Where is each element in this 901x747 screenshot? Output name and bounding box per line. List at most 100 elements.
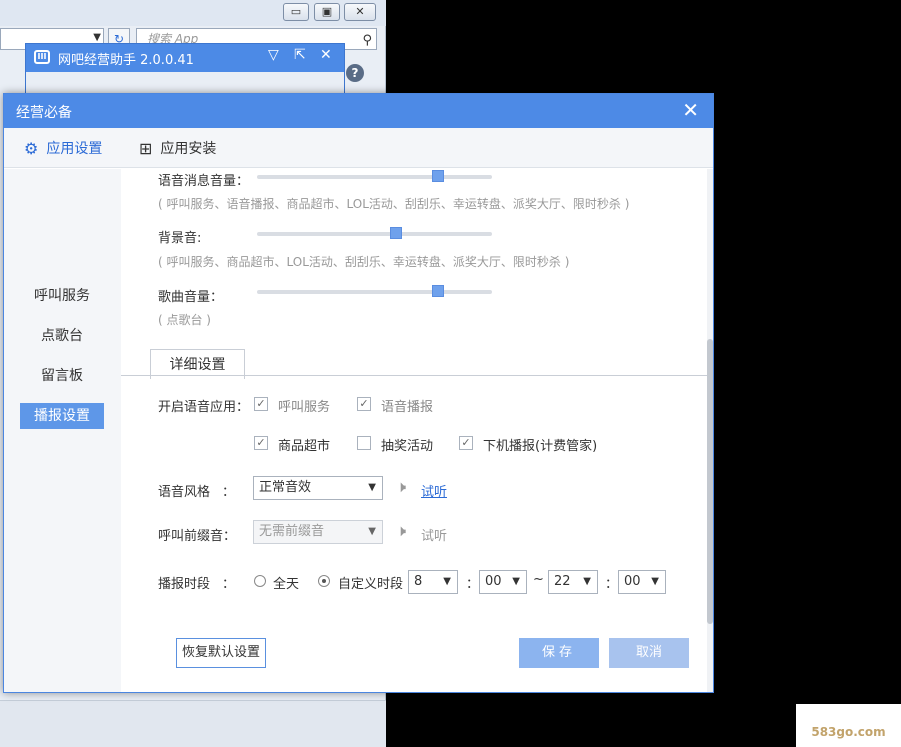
voice-message-volume-thumb[interactable] xyxy=(431,170,444,182)
start-minute-value: 00 xyxy=(485,574,502,589)
broadcast-time-label: 播报时段 xyxy=(158,577,211,592)
check-icon: ✓ xyxy=(359,397,369,410)
search-icon[interactable]: ⚲ xyxy=(362,31,372,51)
dialog-titlebar: 经营必备 ✕ xyxy=(4,94,713,128)
assistant-window: III 网吧经营助手 2.0.0.41 ▽ ⇱ ✕ xyxy=(25,43,345,99)
voice-message-volume-slider[interactable] xyxy=(257,175,492,179)
voice-style-preview-link[interactable]: 试听 xyxy=(421,481,447,500)
tab-app-settings[interactable]: ⚙ 应用设置 xyxy=(24,128,102,168)
voice-style-colon: ： xyxy=(222,485,236,500)
sidebar-item-message-board[interactable]: 留言板 xyxy=(20,363,104,389)
maximize-button[interactable]: ▣ xyxy=(314,3,340,21)
restore-defaults-button[interactable]: 恢复默认设置 xyxy=(176,638,266,668)
chevron-down-icon: ▼ xyxy=(368,482,376,493)
voice-message-volume-hint: ( 呼叫服务、语音播报、商品超市、LOL活动、刮刮乐、幸运转盘、派奖大厅、限时秒… xyxy=(158,197,630,211)
chevron-down-icon: ▼ xyxy=(512,576,520,587)
gear-icon: ⚙ xyxy=(24,138,39,158)
end-hour-select[interactable]: 22 ▼ xyxy=(548,570,598,594)
checkbox-logoff-broadcast[interactable]: ✓ xyxy=(459,436,473,450)
enable-voice-label: 开启语音应用： xyxy=(158,400,250,415)
checkbox-logoff-broadcast-label: 下机播报(计费管家) xyxy=(483,439,598,454)
chevron-down-icon: ▼ xyxy=(368,526,376,537)
background-titlebar: ▭ ▣ ✕ xyxy=(0,0,386,26)
content-scrollbar[interactable] xyxy=(707,169,713,692)
sidebar: 呼叫服务 点歌台 留言板 播报设置 xyxy=(4,169,121,692)
assistant-close-icon[interactable]: ✕ xyxy=(320,47,332,63)
scrollbar-thumb[interactable] xyxy=(707,339,713,624)
checkbox-call-service[interactable]: ✓ xyxy=(254,397,268,411)
end-minute-value: 00 xyxy=(624,574,641,589)
cancel-button[interactable]: 取消 xyxy=(609,638,689,668)
help-icon[interactable]: ? xyxy=(346,64,364,82)
settings-content: 语音消息音量： ( 呼叫服务、语音播报、商品超市、LOL活动、刮刮乐、幸运转盘、… xyxy=(121,169,713,692)
check-icon: ✓ xyxy=(256,397,266,410)
call-prefix-label: 呼叫前缀音： xyxy=(158,529,237,544)
call-prefix-preview-link[interactable]: 试听 xyxy=(421,525,447,544)
background-volume-thumb[interactable] xyxy=(389,227,402,239)
assistant-title: 网吧经营助手 2.0.0.41 xyxy=(58,53,194,68)
tab-label: 应用安装 xyxy=(160,141,217,157)
song-volume-hint: ( 点歌台 ) xyxy=(158,313,211,327)
grid-icon: ⊞ xyxy=(139,138,153,158)
voice-message-volume-label: 语音消息音量： xyxy=(158,174,250,189)
sidebar-item-song-request[interactable]: 点歌台 xyxy=(20,323,104,349)
minimize-button[interactable]: ▭ xyxy=(283,3,309,21)
call-prefix-value: 无需前缀音 xyxy=(259,524,325,539)
detail-tab-divider xyxy=(121,375,707,376)
close-icon: ✕ xyxy=(355,5,365,18)
time-range-tilde: ~ xyxy=(533,572,544,587)
checkbox-lottery-label: 抽奖活动 xyxy=(381,439,434,454)
chevron-down-icon: ▼ xyxy=(651,576,659,587)
dropdown-menu-icon[interactable]: ▽ xyxy=(268,47,279,63)
chevron-down-icon: ▼ xyxy=(93,32,101,43)
watermark: 583go.com xyxy=(796,704,901,747)
checkbox-voice-broadcast-label: 语音播报 xyxy=(381,400,434,415)
checkbox-call-service-label: 呼叫服务 xyxy=(278,400,331,415)
end-minute-select[interactable]: 00 ▼ xyxy=(618,570,666,594)
dialog-close-icon[interactable]: ✕ xyxy=(682,98,699,122)
voice-style-value: 正常音效 xyxy=(259,480,312,495)
background-volume-label: 背景音: xyxy=(158,231,202,246)
broadcast-time-colon: ： xyxy=(222,577,236,592)
radio-all-day[interactable] xyxy=(254,575,266,587)
start-hour-value: 8 xyxy=(414,574,423,589)
start-minute-select[interactable]: 00 ▼ xyxy=(479,570,527,594)
speaker-icon: 🕨 xyxy=(396,521,407,540)
radio-custom-period[interactable] xyxy=(318,575,330,587)
radio-all-day-label: 全天 xyxy=(273,577,300,592)
dialog-title: 经营必备 xyxy=(16,105,72,121)
app-logo-icon: III xyxy=(34,50,50,64)
background-volume-slider[interactable] xyxy=(257,232,492,236)
song-volume-slider[interactable] xyxy=(257,290,492,294)
minimize-icon: ▭ xyxy=(290,5,302,18)
tab-label: 应用设置 xyxy=(46,141,103,157)
song-volume-thumb[interactable] xyxy=(431,285,444,297)
restore-icon: ▣ xyxy=(321,5,333,18)
popout-icon[interactable]: ⇱ xyxy=(294,47,306,63)
chevron-down-icon: ▼ xyxy=(443,576,451,587)
call-prefix-select[interactable]: 无需前缀音 ▼ xyxy=(253,520,383,544)
song-volume-label: 歌曲音量： xyxy=(158,290,224,305)
chevron-down-icon: ▼ xyxy=(583,576,591,587)
voice-style-select[interactable]: 正常音效 ▼ xyxy=(253,476,383,500)
sidebar-item-call-service[interactable]: 呼叫服务 xyxy=(20,283,104,309)
checkbox-store-label: 商品超市 xyxy=(278,439,331,454)
radio-custom-period-label: 自定义时段 xyxy=(338,577,404,592)
tab-app-install[interactable]: ⊞ 应用安装 xyxy=(139,128,216,168)
background-volume-hint: ( 呼叫服务、商品超市、LOL活动、刮刮乐、幸运转盘、派奖大厅、限时秒杀 ) xyxy=(158,255,570,269)
speaker-icon: 🕨 xyxy=(396,477,407,496)
save-button[interactable]: 保存 xyxy=(519,638,599,668)
background-statusbar xyxy=(0,700,386,747)
check-icon: ✓ xyxy=(256,436,266,449)
time-separator: ： xyxy=(605,577,619,592)
sidebar-item-broadcast-settings[interactable]: 播报设置 xyxy=(20,403,104,429)
checkbox-store[interactable]: ✓ xyxy=(254,436,268,450)
checkbox-lottery[interactable] xyxy=(357,436,371,450)
start-hour-select[interactable]: 8 ▼ xyxy=(408,570,458,594)
voice-style-label: 语音风格 xyxy=(158,485,211,500)
tab-bar: ⚙ 应用设置 ⊞ 应用安装 xyxy=(4,128,713,168)
check-icon: ✓ xyxy=(461,436,471,449)
time-separator: ： xyxy=(466,577,480,592)
checkbox-voice-broadcast[interactable]: ✓ xyxy=(357,397,371,411)
window-close-button[interactable]: ✕ xyxy=(344,3,376,21)
